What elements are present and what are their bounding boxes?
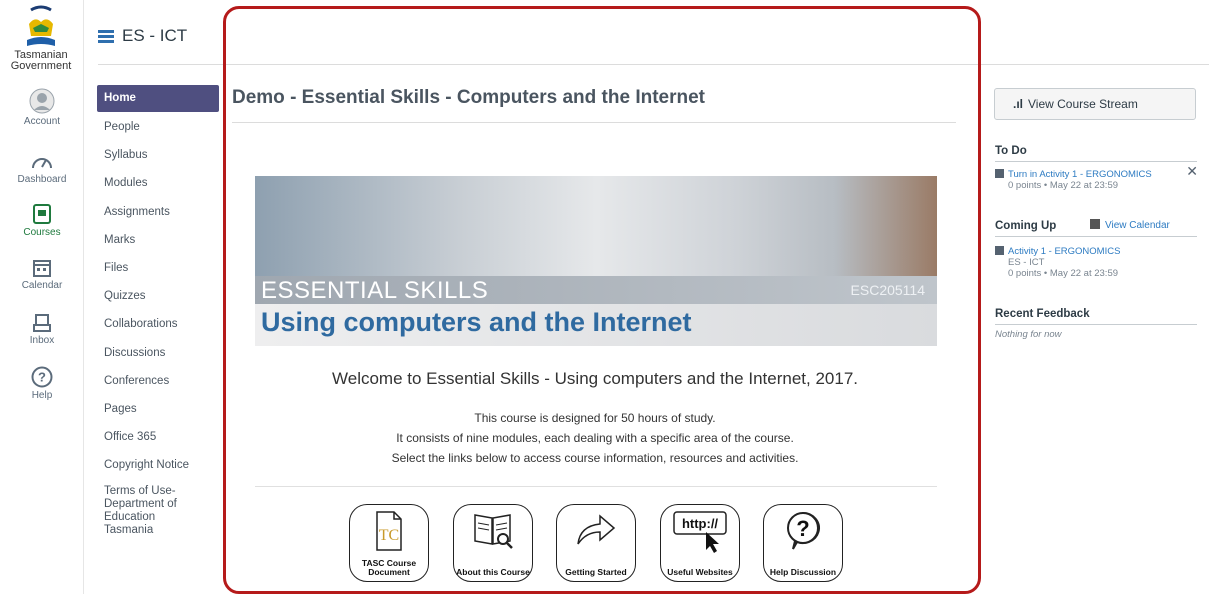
gnav-account[interactable]: Account [0, 88, 84, 127]
coming-up-item-course: ES - ICT [1008, 257, 1045, 268]
dismiss-icon[interactable]: ✕ [1186, 164, 1198, 178]
inbox-icon [33, 314, 51, 332]
assignment-icon [995, 246, 1004, 255]
courses-icon [33, 204, 51, 224]
gnav-courses[interactable]: Courses [0, 203, 84, 238]
course-nav-syllabus[interactable]: Syllabus [97, 141, 219, 169]
gnav-dashboard[interactable]: Dashboard [0, 152, 84, 185]
view-calendar-label: View Calendar [1105, 220, 1170, 231]
course-nav-pages[interactable]: Pages [97, 395, 219, 423]
stream-button-label: View Course Stream [1028, 97, 1138, 111]
highlight-frame [223, 6, 981, 594]
tasmanian-crest-icon [27, 5, 55, 46]
global-nav: Tasmanian Government Account Dashboard C… [0, 0, 84, 594]
coming-up-item-link[interactable]: Activity 1 - ERGONOMICS [1008, 246, 1120, 257]
course-nav-collaborations[interactable]: Collaborations [97, 310, 219, 338]
logo[interactable]: Tasmanian Government [4, 2, 78, 78]
bar-chart-icon: .ıl [1013, 97, 1024, 111]
course-nav-marks[interactable]: Marks [97, 226, 219, 254]
course-nav-discussions[interactable]: Discussions [97, 339, 219, 367]
assignment-icon [995, 169, 1004, 178]
course-nav-quizzes[interactable]: Quizzes [97, 282, 219, 310]
todo-item-meta: 0 points • May 22 at 23:59 [1008, 180, 1119, 191]
coming-up-heading: Coming Up [995, 220, 1057, 232]
gnav-calendar[interactable]: Calendar [0, 258, 84, 291]
dashboard-icon [32, 158, 52, 169]
todo-divider [995, 161, 1197, 162]
calendar-icon [1090, 219, 1100, 229]
course-nav: Home People Syllabus Modules Assignments… [97, 85, 219, 537]
course-nav-people[interactable]: People [97, 113, 219, 141]
course-nav-assignments[interactable]: Assignments [97, 198, 219, 226]
gnav-label: Dashboard [17, 174, 67, 185]
help-icon: ? [31, 366, 53, 388]
recent-feedback-heading: Recent Feedback [995, 308, 1090, 320]
course-nav-home[interactable]: Home [97, 85, 219, 112]
gnav-inbox[interactable]: Inbox [0, 313, 84, 346]
course-nav-modules[interactable]: Modules [97, 169, 219, 197]
svg-text:?: ? [38, 370, 46, 385]
gnav-label: Courses [23, 227, 61, 238]
todo-item-link[interactable]: Turn in Activity 1 - ERGONOMICS [1008, 169, 1152, 180]
todo-item: Turn in Activity 1 - ERGONOMICS ✕ 0 poin… [995, 164, 1200, 191]
coming-up-divider [995, 236, 1197, 237]
hamburger-menu-icon[interactable] [98, 30, 114, 44]
course-nav-conferences[interactable]: Conferences [97, 367, 219, 395]
app: Tasmanian Government Account Dashboard C… [0, 0, 1209, 594]
gnav-label: Calendar [21, 280, 63, 291]
coming-up-item-meta: 0 points • May 22 at 23:59 [1008, 268, 1119, 279]
course-nav-office-365[interactable]: Office 365 [97, 423, 219, 451]
gnav-help[interactable]: ? Help [0, 366, 84, 401]
course-breadcrumb[interactable]: ES - ICT [122, 26, 187, 46]
view-calendar-link[interactable]: View Calendar [1090, 219, 1170, 231]
gnav-label: Help [31, 390, 53, 401]
course-nav-terms-of-use[interactable]: Terms of Use- Department of Education Ta… [97, 479, 187, 537]
coming-up-item: Activity 1 - ERGONOMICS ES - ICT 0 point… [995, 246, 1200, 279]
recent-feedback-divider [995, 324, 1197, 325]
logo-text: Tasmanian Government [10, 49, 72, 72]
course-nav-copyright[interactable]: Copyright Notice [97, 451, 219, 479]
recent-feedback-empty: Nothing for now [995, 329, 1062, 340]
course-nav-files[interactable]: Files [97, 254, 219, 282]
calendar-icon [33, 260, 51, 277]
account-icon [29, 88, 55, 114]
gnav-label: Inbox [29, 335, 55, 346]
gnav-label: Account [23, 116, 61, 127]
view-course-stream-button[interactable]: .ıl View Course Stream [994, 88, 1196, 120]
todo-heading: To Do [995, 145, 1027, 157]
